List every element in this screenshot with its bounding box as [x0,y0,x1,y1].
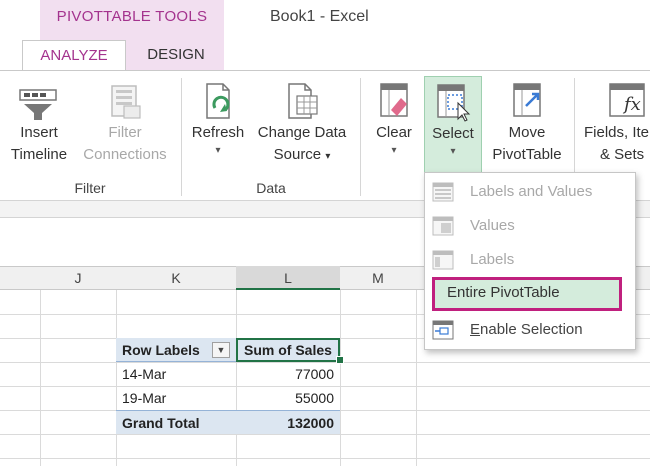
change-data-source-dropdown-icon[interactable]: ▾ [325,151,330,162]
filter-connections-line1: Filter [108,124,142,141]
clear-button[interactable]: Clear ▾ [366,80,422,158]
clear-label: Clear [376,124,412,141]
column-header-k[interactable]: K [116,266,236,290]
context-tools-title: PIVOTTABLE TOOLS [56,8,208,25]
menu-item-labels[interactable]: Labels [428,244,632,276]
tab-design[interactable]: DESIGN [136,40,216,70]
values-icon [432,216,454,236]
move-pivottable-icon [513,83,541,117]
move-pivottable-line2: PivotTable [492,146,562,163]
pivot-sum-of-sales-header[interactable]: Sum of Sales [236,338,340,362]
pivot-grand-total-value[interactable]: 132000 [236,410,340,434]
grid-line [416,290,417,466]
labels-icon [432,250,454,270]
group-label-data: Data [256,180,286,196]
refresh-icon [206,83,230,119]
column-header-l[interactable]: L [236,266,340,290]
clear-dropdown-icon[interactable]: ▾ [366,144,422,158]
change-data-source-button[interactable]: Change Data Source ▾ [252,80,352,168]
enable-selection-accelerator: E [470,321,481,338]
filter-connections-line2: Connections [83,146,167,163]
filter-connections-icon [111,85,141,119]
window-title: Book1 - Excel [270,8,369,25]
labels-and-values-icon [432,182,454,202]
menu-item-label: Values [470,217,515,234]
pivot-grand-total-label[interactable]: Grand Total [116,410,236,434]
menu-item-labels-and-values[interactable]: Labels and Values [428,176,632,208]
fields-items-sets-line2: & Sets [600,146,645,163]
move-pivottable-line1: Move [508,124,546,141]
grid-line [340,290,341,466]
pivot-row-value[interactable]: 77000 [236,362,340,386]
menu-item-label: Labels and Values [470,183,593,200]
menu-item-enable-selection[interactable]: Enable Selection [428,314,632,346]
pivot-row-label[interactable]: 14-Mar [116,362,236,386]
refresh-dropdown-icon[interactable]: ▾ [186,144,250,158]
fields-items-sets-line1: Fields, Ite [584,124,650,141]
select-icon [437,84,471,122]
grid-line [0,458,650,459]
group-label-filter: Filter [74,180,106,196]
pivot-row-value[interactable]: 55000 [236,386,340,410]
timeline-icon [19,89,57,120]
grid-line [40,290,41,466]
filter-connections-button[interactable]: Filter Connections [76,80,174,166]
group-separator [181,78,182,196]
column-header-m[interactable]: M [340,266,416,290]
insert-timeline-line2: Timeline [10,146,68,163]
refresh-label: Refresh [191,124,245,141]
tab-analyze[interactable]: ANALYZE [22,40,126,71]
select-label: Select [432,125,474,142]
change-data-source-line2-text: Source [273,146,322,163]
fields-items-sets-button[interactable]: fx Fields, Ite & Sets [580,80,650,166]
enable-selection-icon [432,320,454,340]
move-pivottable-button[interactable]: Move PivotTable [484,80,570,166]
select-dropdown-icon[interactable]: ▾ [425,145,481,159]
insert-timeline-button[interactable]: Insert Timeline [4,80,74,166]
column-header-j[interactable]: J [40,266,116,290]
change-data-source-line2: Source ▾ [252,144,352,168]
insert-timeline-line1: Insert [20,124,58,141]
menu-item-entire-pivottable[interactable]: Entire PivotTable [432,277,622,311]
menu-item-label: Entire PivotTable [447,284,560,301]
filter-dropdown-icon[interactable]: ▼ [212,342,230,358]
group-separator [360,78,361,196]
clear-icon [380,83,408,117]
refresh-button[interactable]: Refresh ▾ [186,80,250,158]
change-data-source-icon [288,83,318,119]
menu-item-label: Enable Selection [470,321,583,338]
fields-items-sets-icon: fx [609,83,645,117]
svg-text:fx: fx [622,94,641,115]
menu-item-values[interactable]: Values [428,210,632,242]
pivot-row-label[interactable]: 19-Mar [116,386,236,410]
menu-item-label: Labels [470,251,515,268]
change-data-source-line1: Change Data [257,124,347,141]
select-button[interactable]: Select ▾ [424,76,482,180]
